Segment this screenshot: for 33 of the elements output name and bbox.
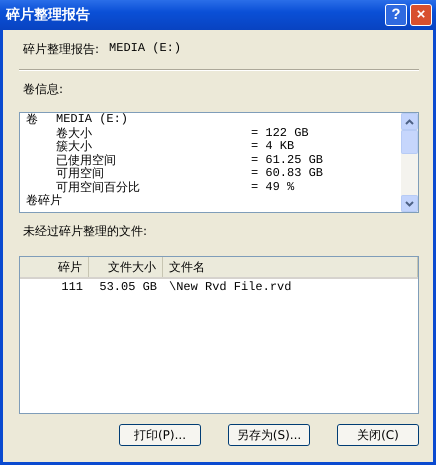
print-button[interactable]: 打印(P)... <box>119 424 201 446</box>
scroll-down-button[interactable] <box>401 195 418 212</box>
section-label: 未经过碎片整理的文件: <box>22 223 148 240</box>
close-button[interactable]: × <box>410 4 432 26</box>
save-as-button[interactable]: 另存为(S)... <box>228 424 310 446</box>
info-value: = 4 KB <box>251 140 296 154</box>
info-value: MEDIA (E:) <box>56 113 130 126</box>
info-value: = 49 % <box>251 180 296 194</box>
info-label: 卷 <box>26 113 39 126</box>
info-label: 可用空间 <box>56 167 105 180</box>
scroll-thumb[interactable] <box>401 130 418 154</box>
scrollbar[interactable] <box>401 113 418 212</box>
column-header[interactable]: 文件大小 <box>89 257 163 277</box>
report-label: 碎片整理报告: <box>23 41 100 58</box>
help-button[interactable]: ? <box>385 4 407 26</box>
table-cell-text: 111 <box>60 279 84 295</box>
table-cell-text: 53.05 GB <box>98 279 158 295</box>
column-header[interactable]: 文件名 <box>163 257 418 277</box>
info-value: = 122 GB <box>251 126 310 140</box>
section-label: 卷信息: <box>22 81 64 98</box>
volume-name: MEDIA (E:) <box>109 41 182 57</box>
info-label: 簇大小 <box>56 140 92 154</box>
info-value: = 61.25 GB <box>251 154 324 167</box>
info-label: 卷大小 <box>56 126 93 140</box>
info-label: 卷碎片 <box>26 194 62 208</box>
info-value: = 60.83 GB <box>251 167 324 180</box>
close-dialog-button[interactable]: 关闭(C) <box>337 424 419 446</box>
scroll-up-button[interactable] <box>401 113 418 130</box>
window-title: 碎片整理报告 <box>6 6 91 24</box>
table-cell-text: \New Rvd File.rvd <box>168 279 292 295</box>
info-label: 已使用空间 <box>56 154 117 167</box>
info-label: 可用空间百分比 <box>56 180 141 194</box>
column-header[interactable]: 碎片 <box>20 257 89 277</box>
